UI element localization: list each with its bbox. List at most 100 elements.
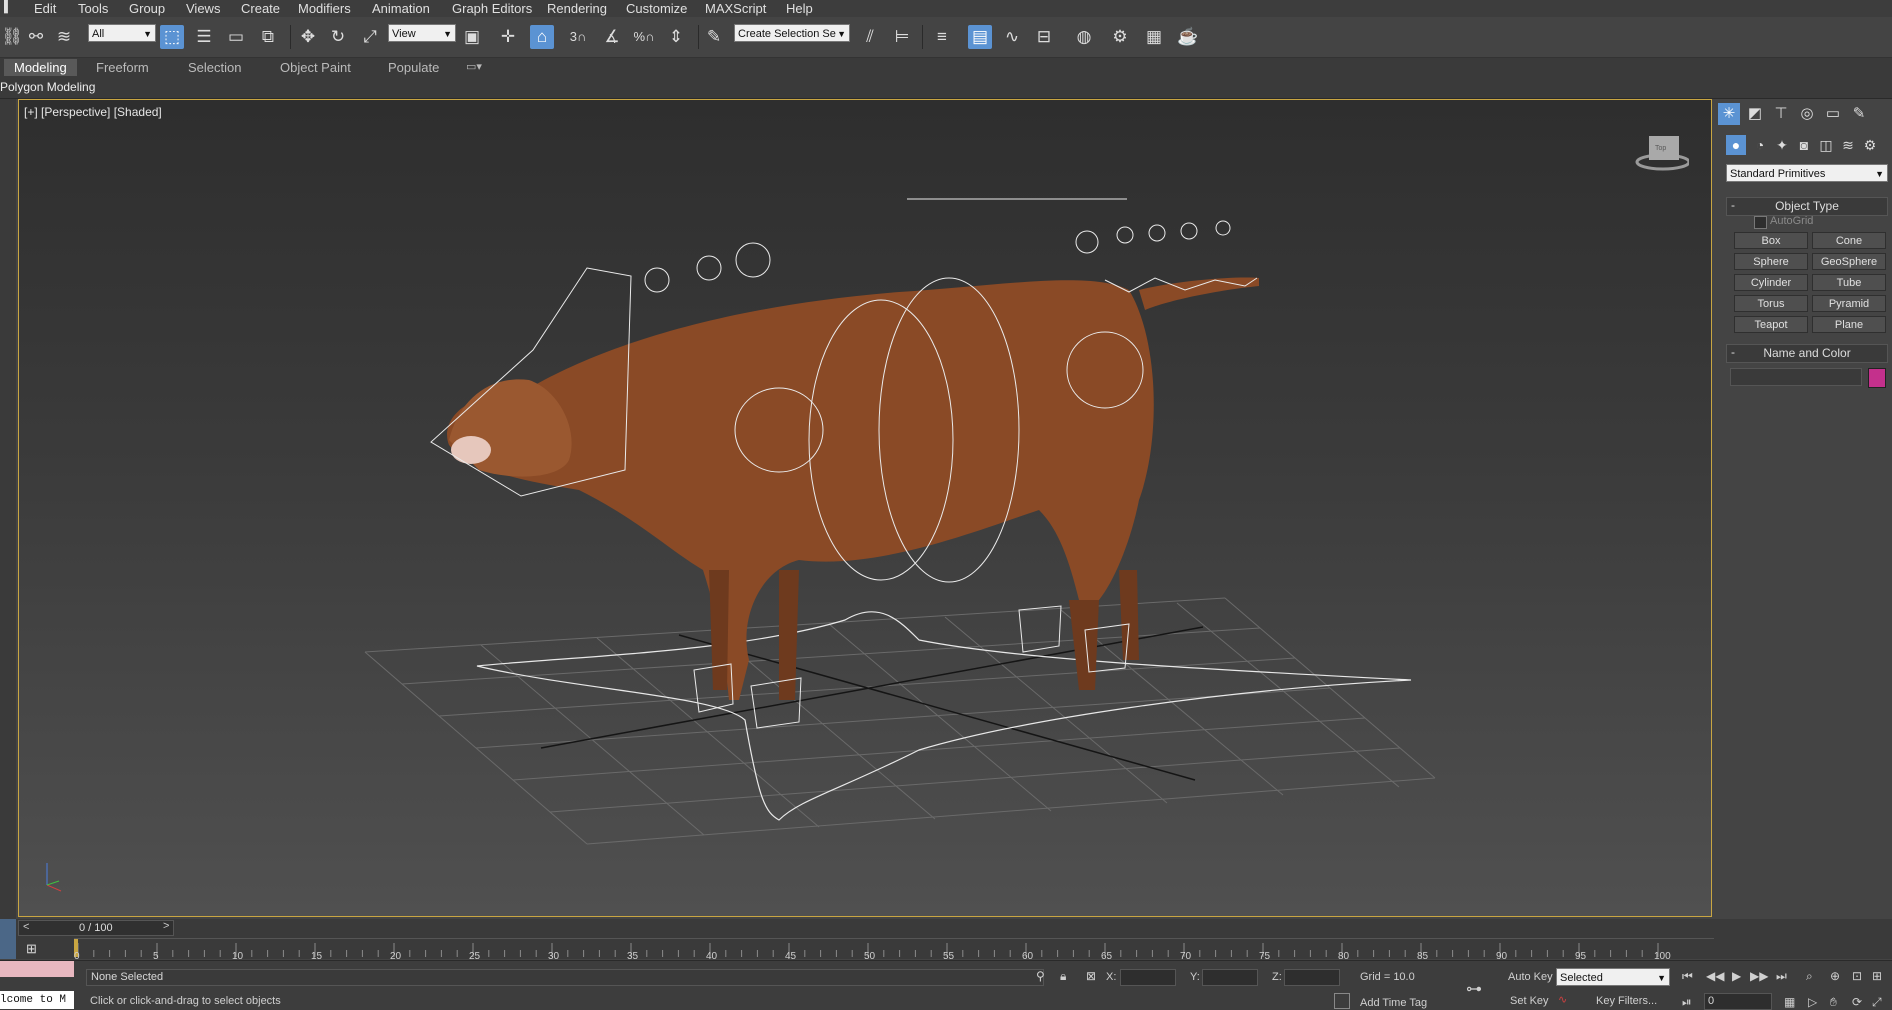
zoom-icon[interactable]: ⌕ <box>1806 969 1813 984</box>
window-crossing-icon[interactable]: ⧉ <box>256 25 280 49</box>
menu-tools[interactable]: Tools <box>78 1 108 16</box>
schematic-view-icon[interactable]: ⊟ <box>1032 25 1056 49</box>
named-selection-dropdown[interactable]: Create Selection Se ▼ <box>734 24 850 42</box>
shapes-icon[interactable]: ◔ <box>1750 135 1770 155</box>
torus-button[interactable]: Torus <box>1734 295 1808 312</box>
time-slider-next-icon[interactable]: > <box>163 920 169 932</box>
percent-snap-icon[interactable]: %∩ <box>632 25 656 49</box>
material-editor-icon[interactable]: ◍ <box>1072 25 1096 49</box>
x-coordinate-field[interactable] <box>1120 969 1176 986</box>
cameras-icon[interactable]: ◙ <box>1794 135 1814 155</box>
play-icon[interactable]: ▶ <box>1732 969 1741 983</box>
auto-key-button[interactable]: Auto Key <box>1508 971 1553 983</box>
rendered-frame-window-icon[interactable]: ▦ <box>1142 25 1166 49</box>
scene-explorer-icon[interactable]: ▤ <box>968 25 992 49</box>
time-slider[interactable]: < 0 / 100 <box>18 920 174 936</box>
lights-icon[interactable]: ✦ <box>1772 135 1792 155</box>
time-slider-toggle[interactable] <box>0 919 16 959</box>
layer-manager-icon[interactable]: ≡ <box>930 25 954 49</box>
menu-edit[interactable]: Edit <box>34 1 56 16</box>
helpers-icon[interactable]: ◫ <box>1816 135 1836 155</box>
systems-icon[interactable]: ⚙ <box>1860 135 1880 155</box>
maxscript-output[interactable]: lcome to M <box>0 991 74 1009</box>
menu-maxscript[interactable]: MAXScript <box>705 1 766 16</box>
zoom-extents-all-icon[interactable]: ⊞ <box>1872 969 1882 983</box>
render-production-icon[interactable]: ☕ <box>1176 25 1200 49</box>
ribbon-options-icon[interactable]: ▭▾ <box>466 60 482 73</box>
edit-named-selection-icon[interactable]: ✎ <box>702 25 726 49</box>
mirror-icon[interactable]: ⫽ <box>858 25 882 49</box>
set-key-mode-icon[interactable]: ⊶ <box>1466 979 1482 999</box>
pan-view-icon[interactable]: ✋︎ <box>1830 995 1837 1010</box>
zoom-all-icon[interactable]: ⊕ <box>1830 969 1840 983</box>
display-panel-icon[interactable]: ▭ <box>1822 103 1844 125</box>
time-slider-prev-icon[interactable]: < <box>23 921 29 933</box>
angle-snap-icon[interactable]: ∡ <box>600 25 624 49</box>
selection-filter-dropdown[interactable]: All ▼ <box>88 24 156 42</box>
geometry-icon[interactable]: ● <box>1726 135 1746 155</box>
category-dropdown[interactable]: Standard Primitives ▼ <box>1726 164 1888 182</box>
tab-populate[interactable]: Populate <box>388 60 439 75</box>
key-mode-toggle-icon[interactable]: ⏯ <box>1682 995 1692 1010</box>
track-bar-icon[interactable]: ⊞ <box>26 941 50 957</box>
sphere-button[interactable]: Sphere <box>1734 253 1808 270</box>
menu-graph-editors[interactable]: Graph Editors <box>452 1 532 16</box>
menu-group[interactable]: Group <box>129 1 165 16</box>
unlink-icon[interactable]: ⚯ <box>24 25 48 49</box>
add-time-tag-icon[interactable] <box>1334 993 1350 1009</box>
tab-object-paint[interactable]: Object Paint <box>280 60 351 75</box>
pyramid-button[interactable]: Pyramid <box>1812 295 1886 312</box>
hierarchy-panel-icon[interactable]: ⊤ <box>1770 103 1792 125</box>
bind-space-warp-icon[interactable]: ≋ <box>52 25 76 49</box>
orbit-icon[interactable]: ⟳ <box>1852 995 1862 1009</box>
key-set-dropdown[interactable]: Selected ▼ <box>1556 968 1670 986</box>
menu-create[interactable]: Create <box>241 1 280 16</box>
motion-panel-icon[interactable]: ◎ <box>1796 103 1818 125</box>
teapot-button[interactable]: Teapot <box>1734 316 1808 333</box>
render-setup-icon[interactable]: ⚙ <box>1108 25 1132 49</box>
zoom-extents-icon[interactable]: ⊡ <box>1852 969 1862 983</box>
menu-rendering[interactable]: Rendering <box>547 1 607 16</box>
tube-button[interactable]: Tube <box>1812 274 1886 291</box>
select-object-icon[interactable]: ⬚ <box>160 25 184 49</box>
geosphere-button[interactable]: GeoSphere <box>1812 253 1886 270</box>
rectangular-selection-icon[interactable]: ▭ <box>224 25 248 49</box>
menu-modifiers[interactable]: Modifiers <box>298 1 351 16</box>
object-type-rollout-header[interactable]: - Object Type <box>1726 197 1888 216</box>
time-configuration-icon[interactable]: ▦ <box>1784 995 1795 1009</box>
cylinder-button[interactable]: Cylinder <box>1734 274 1808 291</box>
maximize-viewport-icon[interactable]: ⤢ <box>1872 995 1882 1010</box>
utilities-panel-icon[interactable]: ✎ <box>1848 103 1870 125</box>
pivot-center-icon[interactable]: ▣ <box>460 25 484 49</box>
object-color-swatch[interactable] <box>1868 368 1886 388</box>
set-key-button[interactable]: Set Key <box>1510 995 1549 1007</box>
box-button[interactable]: Box <box>1734 232 1808 249</box>
scale-icon[interactable]: ⤢ <box>358 25 382 49</box>
field-of-view-icon[interactable]: ▷ <box>1808 995 1817 1009</box>
app-menu-icon[interactable]: ▌ <box>4 1 12 13</box>
maxscript-listener-mini[interactable] <box>0 961 74 977</box>
select-by-name-icon[interactable]: ☰ <box>192 25 216 49</box>
move-icon[interactable]: ✥ <box>296 25 320 49</box>
default-tangent-icon[interactable]: ∿ <box>1558 993 1567 1006</box>
y-coordinate-field[interactable] <box>1202 969 1258 986</box>
plane-button[interactable]: Plane <box>1812 316 1886 333</box>
spinner-snap-icon[interactable]: ⇕ <box>664 25 688 49</box>
menu-help[interactable]: Help <box>786 1 813 16</box>
isolate-icon[interactable]: ⚲ <box>1036 969 1045 983</box>
key-filters-button[interactable]: Key Filters... <box>1596 995 1657 1007</box>
menu-customize[interactable]: Customize <box>626 1 687 16</box>
lock-selection-icon[interactable]: 🔒︎ <box>1060 969 1066 984</box>
tab-modeling[interactable]: Modeling <box>4 59 77 76</box>
keyboard-shortcut-toggle-icon[interactable]: ⌂ <box>530 25 554 49</box>
current-frame-field[interactable]: 0 <box>1704 993 1772 1010</box>
go-to-end-icon[interactable]: ⏭ <box>1776 969 1787 984</box>
go-to-start-icon[interactable]: ⏮ <box>1682 969 1693 984</box>
curve-editor-icon[interactable]: ∿ <box>1000 25 1024 49</box>
create-panel-icon[interactable]: ✳ <box>1718 103 1740 125</box>
modify-panel-icon[interactable]: ◩ <box>1744 103 1766 125</box>
add-time-tag[interactable]: Add Time Tag <box>1360 997 1427 1009</box>
rotate-icon[interactable]: ↻ <box>326 25 350 49</box>
reference-coord-dropdown[interactable]: View ▼ <box>388 24 456 42</box>
snaps-toggle-icon[interactable]: 3∩ <box>566 25 590 49</box>
